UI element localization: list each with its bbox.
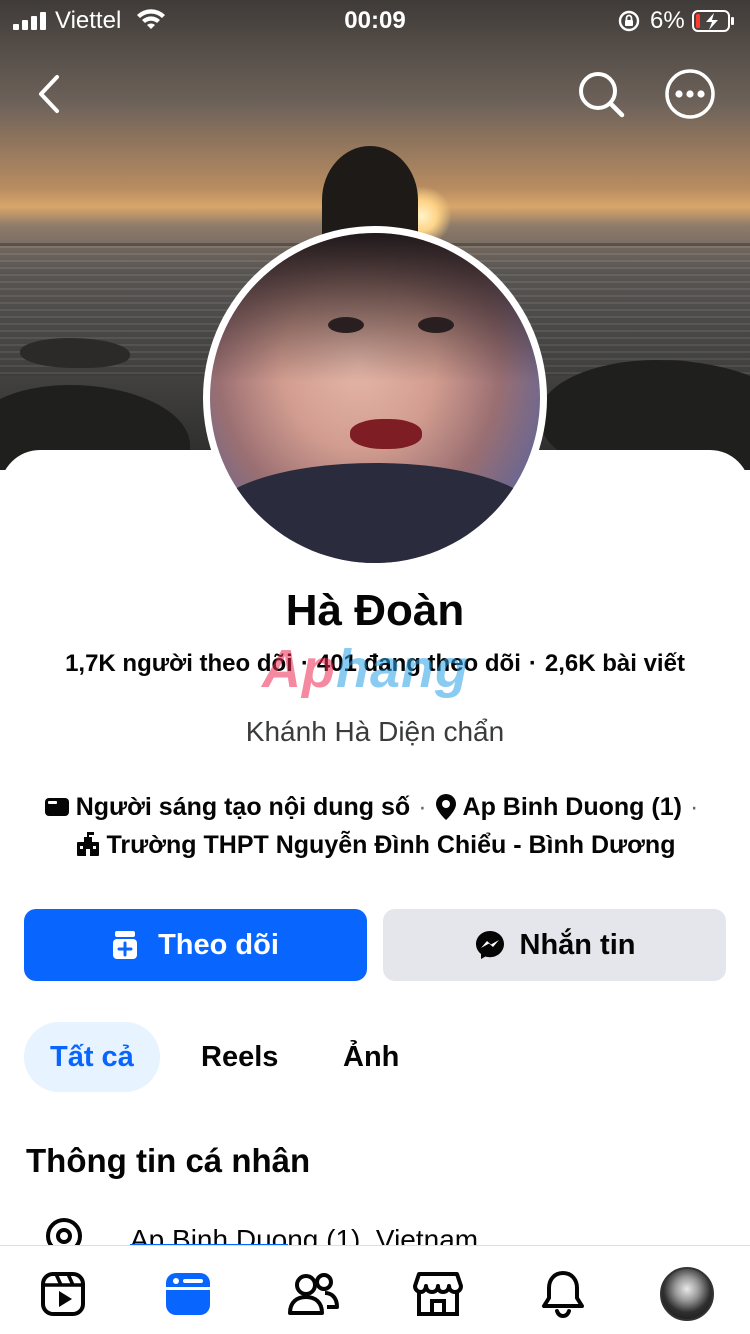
profile-photo [210, 233, 540, 563]
photo-mouth [350, 419, 422, 449]
battery-charging-icon [692, 10, 734, 32]
search-icon [579, 72, 625, 118]
watermark-logo: Aphang [262, 638, 469, 700]
nav-feed[interactable] [160, 1266, 216, 1322]
marketplace-icon [413, 1272, 463, 1316]
about-location-row[interactable]: Ap Binh Duong (1), Vietnam [44, 1214, 744, 1248]
details-row-2: Trường THPT Nguyễn Đình Chiểu - Bình Dươ… [0, 826, 750, 864]
nav-notifications[interactable] [535, 1266, 591, 1322]
location-target-icon [46, 1218, 82, 1248]
message-label: Nhắn tin [519, 928, 636, 961]
messenger-icon [475, 931, 504, 959]
follow-icon [113, 931, 138, 959]
posts-count: 2,6K bài viết [544, 650, 685, 677]
tab-photos[interactable]: Ảnh [343, 1022, 399, 1092]
nav-profile[interactable] [659, 1266, 715, 1322]
message-button[interactable]: Nhắn tin [383, 909, 726, 981]
about-section-title: Thông tin cá nhân [26, 1142, 311, 1179]
more-horizontal-icon [665, 69, 715, 119]
bottom-tab-bar [0, 1245, 750, 1334]
details-separator: · [689, 793, 699, 821]
chevron-left-icon [39, 75, 59, 113]
details-separator: · [418, 793, 427, 821]
reels-icon [41, 1272, 85, 1316]
school-icon [76, 832, 99, 856]
cover-rock [20, 338, 130, 368]
followers-count[interactable]: 1,7K người theo dõi [65, 650, 293, 677]
follow-button[interactable]: Theo dõi [24, 909, 367, 981]
orientation-lock-icon [618, 10, 640, 32]
location-pin-icon [435, 794, 456, 820]
bell-icon [542, 1271, 584, 1318]
more-options-button[interactable] [664, 68, 716, 120]
profile-card [0, 450, 750, 1334]
profile-avatar[interactable] [203, 226, 547, 570]
stats-separator: · [528, 650, 537, 677]
details-row-1: Người sáng tạo nội dung số · Ap Binh Duo… [0, 788, 750, 826]
back-button[interactable] [22, 68, 74, 120]
profile-thumbnail [660, 1267, 714, 1321]
follow-label: Theo dõi [158, 928, 279, 961]
tab-reels[interactable]: Reels [201, 1022, 278, 1092]
category-icon [44, 798, 69, 816]
nav-reels[interactable] [35, 1266, 91, 1322]
location-text[interactable]: Ap Binh Duong (1) [463, 788, 682, 826]
category-text: Người sáng tạo nội dung số [75, 793, 411, 821]
school-text[interactable]: Trường THPT Nguyễn Đình Chiểu - Bình Dươ… [107, 826, 676, 864]
photo-eye [418, 317, 454, 333]
profile-details: Người sáng tạo nội dung số · Ap Binh Duo… [0, 788, 750, 864]
photo-eye [328, 317, 364, 333]
search-button[interactable] [575, 68, 627, 120]
watermark-part2: hang [335, 639, 469, 699]
tab-all[interactable]: Tất cả [24, 1022, 160, 1092]
profile-bio: Khánh Hà Diện chẩn [245, 716, 505, 747]
feed-icon [166, 1273, 210, 1315]
photo-hair [210, 233, 540, 382]
battery-percent: 6% [650, 7, 685, 34]
nav-marketplace[interactable] [410, 1266, 466, 1322]
status-bar: Viettel 00:09 6% [0, 0, 750, 40]
profile-name: Hà Đoàn [285, 586, 465, 635]
photo-shirt [210, 463, 540, 563]
watermark-part1: Ap [262, 639, 336, 699]
nav-friends[interactable] [285, 1266, 341, 1322]
friends-icon [288, 1273, 339, 1315]
